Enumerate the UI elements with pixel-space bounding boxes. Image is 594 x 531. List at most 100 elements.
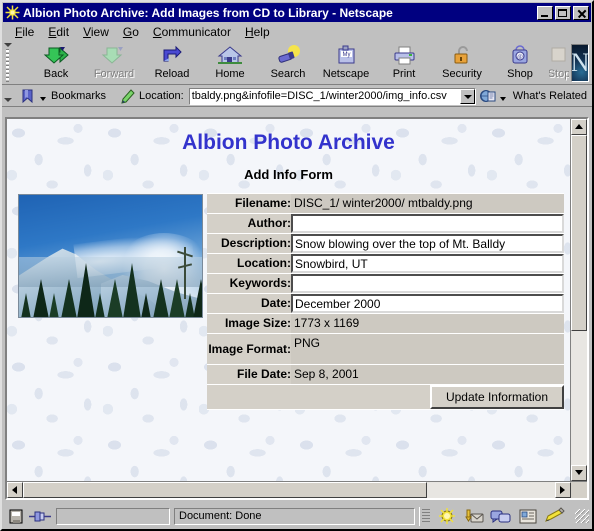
- menu-item-view[interactable]: View: [76, 24, 116, 40]
- update-information-button[interactable]: Update Information: [429, 385, 564, 409]
- progress-bar: [56, 507, 170, 525]
- home-button[interactable]: Home: [201, 42, 259, 84]
- label-author: Author:: [207, 213, 291, 234]
- whats-related-chevron-icon[interactable]: [499, 97, 506, 101]
- date-input[interactable]: [291, 294, 564, 313]
- horizontal-scroll-thumb[interactable]: [23, 482, 427, 498]
- newsgroups-icon[interactable]: [489, 507, 513, 525]
- search-button[interactable]: Search: [259, 42, 317, 84]
- form-row-image-size: Image Size: 1773 x 1169: [207, 313, 564, 334]
- location-input[interactable]: tbaldy.png&infofile=DISC_1/winter2000/im…: [190, 90, 459, 102]
- component-bar-grip[interactable]: [422, 509, 430, 523]
- scroll-down-button[interactable]: [571, 465, 587, 481]
- content-area: Albion Photo Archive Add Info Form Filen…: [5, 117, 589, 500]
- form-row-location: Location:: [207, 253, 564, 274]
- label-date: Date:: [207, 293, 291, 314]
- vertical-scrollbar[interactable]: [570, 119, 587, 481]
- horizontal-scroll-track[interactable]: [23, 482, 555, 498]
- menu-label-help: elp: [253, 25, 270, 39]
- security-button[interactable]: Security: [433, 42, 491, 84]
- reload-icon: [157, 44, 187, 67]
- chevron-down-icon[interactable]: [459, 88, 475, 104]
- label-filename: Filename:: [207, 193, 291, 214]
- maximize-button[interactable]: [555, 5, 571, 20]
- forward-button[interactable]: Forward: [85, 42, 143, 84]
- forward-arrow-icon: [99, 44, 129, 67]
- value-filename: DISC_1/ winter2000/ mtbaldy.png: [291, 194, 564, 213]
- label-keywords: Keywords:: [207, 273, 291, 294]
- author-input[interactable]: [291, 214, 564, 233]
- stop-button[interactable]: Stop: [549, 42, 569, 84]
- location-label: Location:: [139, 90, 184, 102]
- scroll-left-button[interactable]: [7, 482, 23, 498]
- horizontal-scrollbar[interactable]: [7, 481, 587, 498]
- stop-icon: [549, 44, 569, 67]
- vertical-scroll-track[interactable]: [571, 135, 587, 465]
- search-label: Search: [270, 68, 306, 80]
- value-image-format: PNG: [291, 334, 564, 364]
- minimize-button[interactable]: [537, 5, 553, 20]
- menu-label-view: iew: [90, 25, 109, 39]
- toolbar-grip[interactable]: [2, 41, 13, 85]
- menu-item-file[interactable]: FFileile: [8, 24, 41, 40]
- back-button[interactable]: Back: [27, 42, 85, 84]
- form-row-file-date: File Date: Sep 8, 2001: [207, 364, 564, 385]
- navigator-icon[interactable]: [435, 507, 459, 525]
- description-input[interactable]: [291, 234, 564, 253]
- shopping-bag-icon: @: [505, 44, 535, 67]
- menu-item-edit[interactable]: Edit: [41, 24, 76, 40]
- keywords-input[interactable]: [291, 274, 564, 293]
- status-bar: Document: Done: [4, 505, 590, 527]
- menu-label-go: o: [132, 25, 139, 39]
- label-location: Location:: [207, 253, 291, 274]
- close-button[interactable]: [573, 5, 589, 20]
- label-file-date: File Date:: [207, 364, 291, 385]
- printer-icon: [389, 44, 419, 67]
- reload-button[interactable]: Reload: [143, 42, 201, 84]
- print-button[interactable]: Print: [375, 42, 433, 84]
- padlock-icon: [447, 44, 477, 67]
- bookmark-icon[interactable]: [19, 88, 37, 105]
- menu-item-go[interactable]: Go: [116, 24, 146, 40]
- bookmarks-chevron-icon[interactable]: [40, 97, 46, 101]
- mailbox-icon[interactable]: [462, 507, 486, 525]
- netscape-button[interactable]: My Netscape: [317, 42, 375, 84]
- whats-related-icon[interactable]: [479, 88, 497, 105]
- label-description: Description:: [207, 233, 291, 254]
- label-image-format: Image Format:: [207, 333, 291, 365]
- security-padlock-icon[interactable]: [6, 507, 27, 526]
- bookmarks-label[interactable]: Bookmarks: [51, 90, 106, 102]
- location-form-input[interactable]: [291, 254, 564, 273]
- shop-button[interactable]: @ Shop: [491, 42, 549, 84]
- composer-icon[interactable]: [543, 507, 567, 525]
- scrollbar-corner: [571, 482, 587, 498]
- netscape-starburst-icon: [5, 5, 20, 20]
- form-row-description: Description:: [207, 233, 564, 254]
- netscape-label: Netscape: [322, 68, 370, 80]
- component-bar: [419, 506, 572, 526]
- stop-label: Stop: [549, 68, 569, 80]
- menu-item-help[interactable]: Help: [238, 24, 277, 40]
- resize-grip[interactable]: [575, 509, 589, 523]
- netscape-logo-letter: N: [571, 48, 589, 77]
- netscape-logo[interactable]: N: [571, 44, 589, 82]
- back-label: Back: [43, 68, 69, 80]
- label-image-size: Image Size:: [207, 313, 291, 334]
- scroll-up-button[interactable]: [571, 119, 587, 135]
- reload-label: Reload: [154, 68, 190, 80]
- value-file-date: Sep 8, 2001: [291, 365, 564, 384]
- vertical-scroll-thumb[interactable]: [571, 135, 587, 331]
- menu-item-communicator[interactable]: Communicator: [146, 24, 238, 40]
- whats-related-label[interactable]: What's Related: [513, 90, 587, 102]
- address-book-icon[interactable]: [516, 507, 540, 525]
- form-row-submit: Update Information: [207, 384, 564, 410]
- menu-label-communicator: ommunicator: [161, 25, 231, 39]
- back-arrow-icon: [41, 44, 71, 67]
- my-netscape-icon: My: [331, 44, 361, 67]
- page-subtitle: Add Info Form: [244, 167, 333, 182]
- connection-plug-icon[interactable]: [28, 507, 52, 526]
- location-toolbar: Bookmarks Location: tbaldy.png&infofile=…: [2, 85, 592, 107]
- location-field[interactable]: tbaldy.png&infofile=DISC_1/winter2000/im…: [188, 87, 476, 105]
- scroll-right-button[interactable]: [555, 482, 571, 498]
- snowy-mountain-photo: [18, 194, 203, 318]
